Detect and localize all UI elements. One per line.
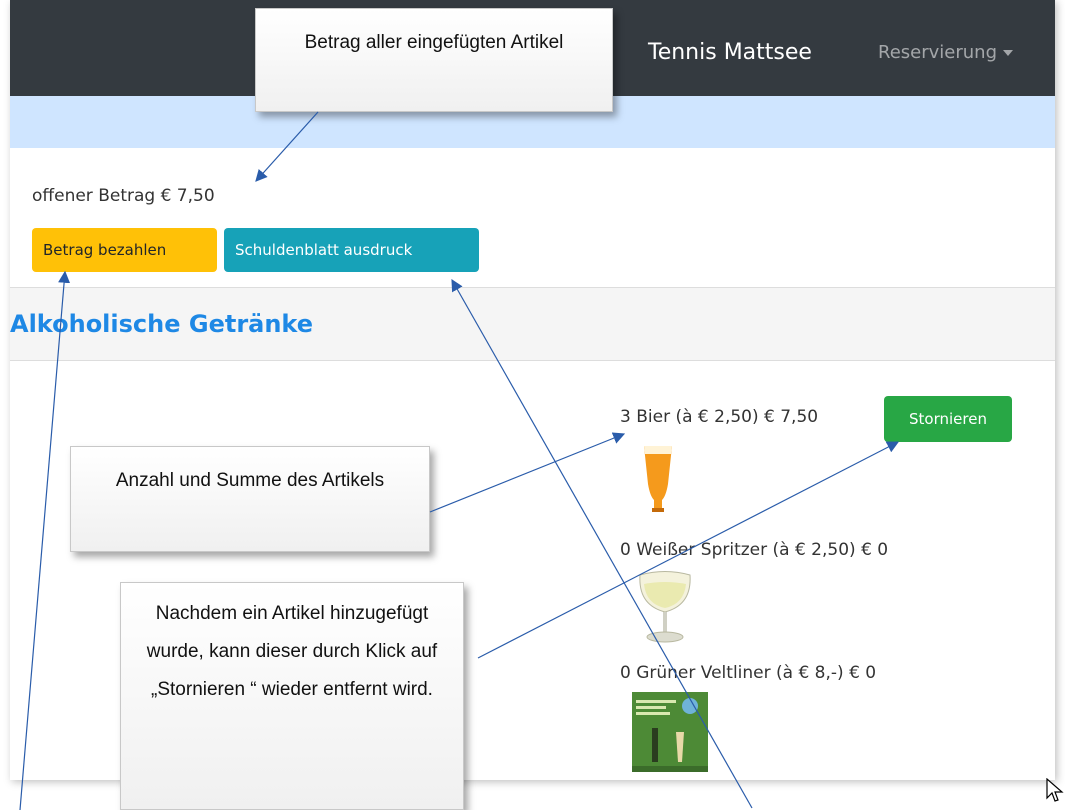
brand-title[interactable]: Tennis Mattsee (648, 40, 812, 65)
print-debt-sheet-button[interactable]: Schuldenblatt ausdruck (224, 228, 479, 272)
mouse-cursor-icon (1046, 778, 1064, 802)
open-amount: offener Betrag € 7,50 (32, 186, 215, 206)
beer-glass-icon[interactable] (638, 444, 678, 514)
category-header: Alkoholische Getränke (10, 287, 1055, 361)
reservation-menu[interactable]: Reservierung (878, 42, 1013, 63)
pay-button[interactable]: Betrag bezahlen (32, 228, 217, 272)
item-spritzer-label: 0 Weißer Spritzer (à € 2,50) € 0 (620, 540, 889, 560)
callout-cancel-hint: Nachdem ein Artikel hinzugefügt wurde, k… (120, 582, 464, 810)
wine-glass-icon[interactable] (630, 570, 700, 645)
callout-total: Betrag aller eingefügten Artikel (255, 8, 613, 112)
cancel-button[interactable]: Stornieren (884, 396, 1012, 442)
category-title: Alkoholische Getränke (10, 310, 314, 338)
item-beer-label: 3 Bier (à € 2,50) € 7,50 (620, 407, 819, 427)
chevron-down-icon (1003, 50, 1013, 56)
reservation-menu-label: Reservierung (878, 42, 997, 63)
item-veltliner-label: 0 Grüner Veltliner (à € 8,-) € 0 (620, 663, 877, 683)
callout-count-sum: Anzahl und Summe des Artikels (70, 446, 430, 552)
wine-label-image[interactable] (632, 692, 708, 772)
